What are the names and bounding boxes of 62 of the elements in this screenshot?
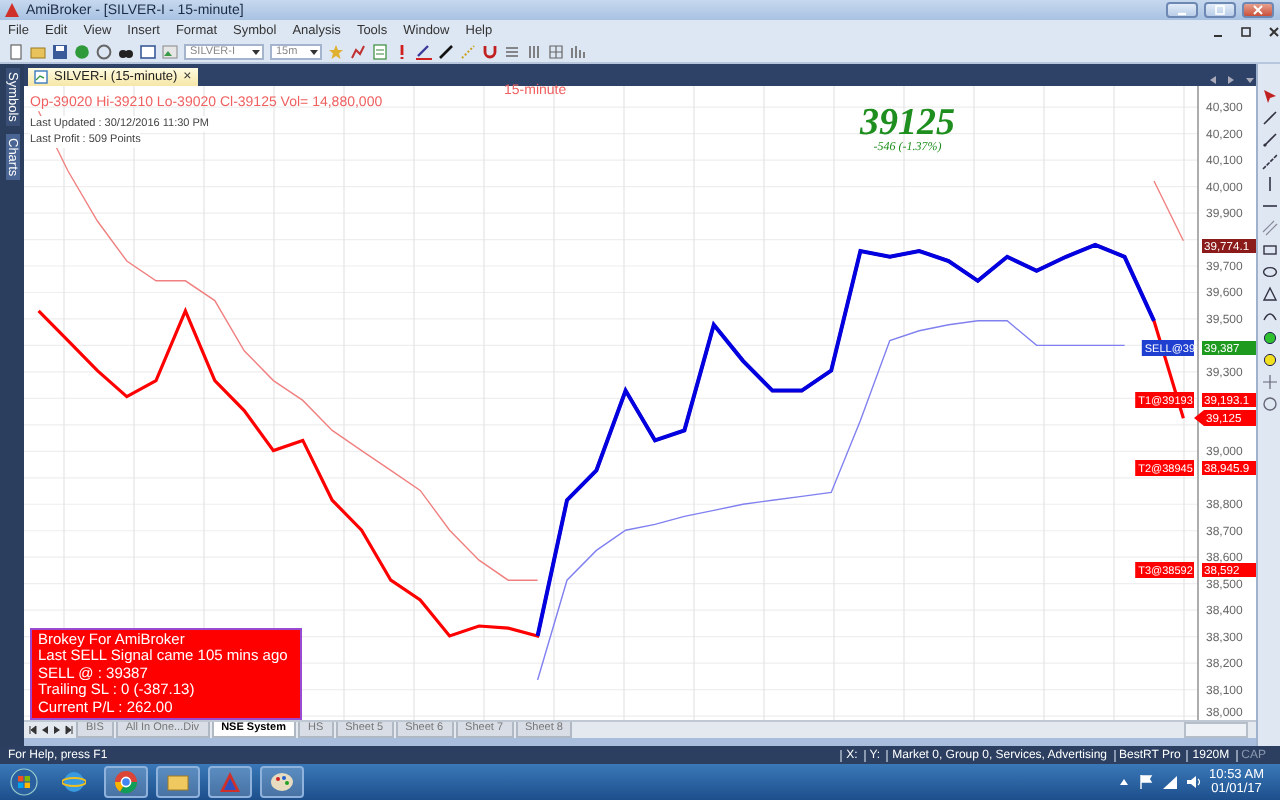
folder-icon — [166, 770, 190, 794]
magnet-icon[interactable] — [482, 44, 498, 60]
up-arrow-icon[interactable] — [1117, 776, 1130, 788]
dropdown-arrow-icon — [250, 46, 262, 58]
dot-icon[interactable] — [1261, 330, 1277, 346]
document-icon[interactable] — [372, 44, 388, 60]
rectangle-icon[interactable] — [1261, 242, 1277, 258]
dropdown-arrow-icon — [308, 46, 320, 58]
triangle-logo-icon — [218, 770, 242, 794]
close-button[interactable] — [1242, 2, 1274, 18]
circle-icon[interactable] — [1261, 396, 1277, 412]
previous-sheet-icon[interactable] — [40, 724, 50, 736]
first-sheet-icon[interactable] — [28, 724, 38, 736]
pen-icon[interactable] — [416, 44, 432, 60]
ring-icon[interactable] — [96, 44, 112, 60]
grid-icon[interactable] — [548, 44, 564, 60]
close-icon[interactable] — [1268, 25, 1280, 37]
filled-circle-icon[interactable] — [74, 44, 90, 60]
taskbar-button[interactable] — [156, 766, 200, 798]
extended-line-icon[interactable] — [1261, 154, 1277, 170]
start-orb-icon — [10, 768, 38, 796]
new-file-icon[interactable] — [8, 44, 24, 60]
signal-bars-icon[interactable] — [1161, 774, 1178, 790]
globe-icon — [62, 770, 86, 794]
taskbar-button[interactable] — [260, 766, 304, 798]
restore-icon — [1214, 4, 1226, 16]
diagonal-line-icon[interactable] — [1261, 110, 1277, 126]
dotted-line-icon[interactable] — [460, 44, 476, 60]
browser-logo-icon — [114, 770, 138, 794]
chart-icon[interactable] — [350, 44, 366, 60]
columns-icon[interactable] — [570, 44, 586, 60]
last-sheet-icon[interactable] — [64, 724, 74, 736]
ellipse-icon[interactable] — [1261, 264, 1277, 280]
speaker-icon[interactable] — [1185, 774, 1202, 790]
triangle-icon[interactable] — [1261, 286, 1277, 302]
start-button[interactable] — [4, 766, 44, 798]
triangle-right-icon[interactable] — [1226, 74, 1236, 86]
taskbar-button[interactable] — [104, 766, 148, 798]
horizontal-scrollbar[interactable] — [1184, 722, 1248, 738]
bars-icon[interactable] — [526, 44, 542, 60]
taskbar-button[interactable] — [208, 766, 252, 798]
star-icon[interactable] — [328, 44, 344, 60]
paint-palette-icon — [270, 770, 294, 794]
parallel-lines-icon[interactable] — [1261, 220, 1277, 236]
ray-icon[interactable] — [1261, 132, 1277, 148]
restore-icon[interactable] — [1240, 25, 1252, 37]
flag-icon[interactable] — [1137, 774, 1154, 790]
save-icon[interactable] — [52, 44, 68, 60]
line-icon[interactable] — [438, 44, 454, 60]
window-icon[interactable] — [140, 44, 156, 60]
image-icon[interactable] — [162, 44, 178, 60]
close-icon — [1252, 4, 1264, 16]
next-sheet-icon[interactable] — [52, 724, 62, 736]
list-icon[interactable] — [504, 44, 520, 60]
triangle-down-icon[interactable] — [1244, 74, 1256, 86]
binoculars-icon[interactable] — [118, 44, 134, 60]
triangle-left-icon[interactable] — [1208, 74, 1218, 86]
arc-icon[interactable] — [1261, 308, 1277, 324]
minimize-button[interactable] — [1166, 2, 1198, 18]
pointer-icon[interactable] — [1261, 88, 1277, 104]
dot-icon[interactable] — [1261, 352, 1277, 368]
last-price: 39125 — [860, 104, 955, 142]
